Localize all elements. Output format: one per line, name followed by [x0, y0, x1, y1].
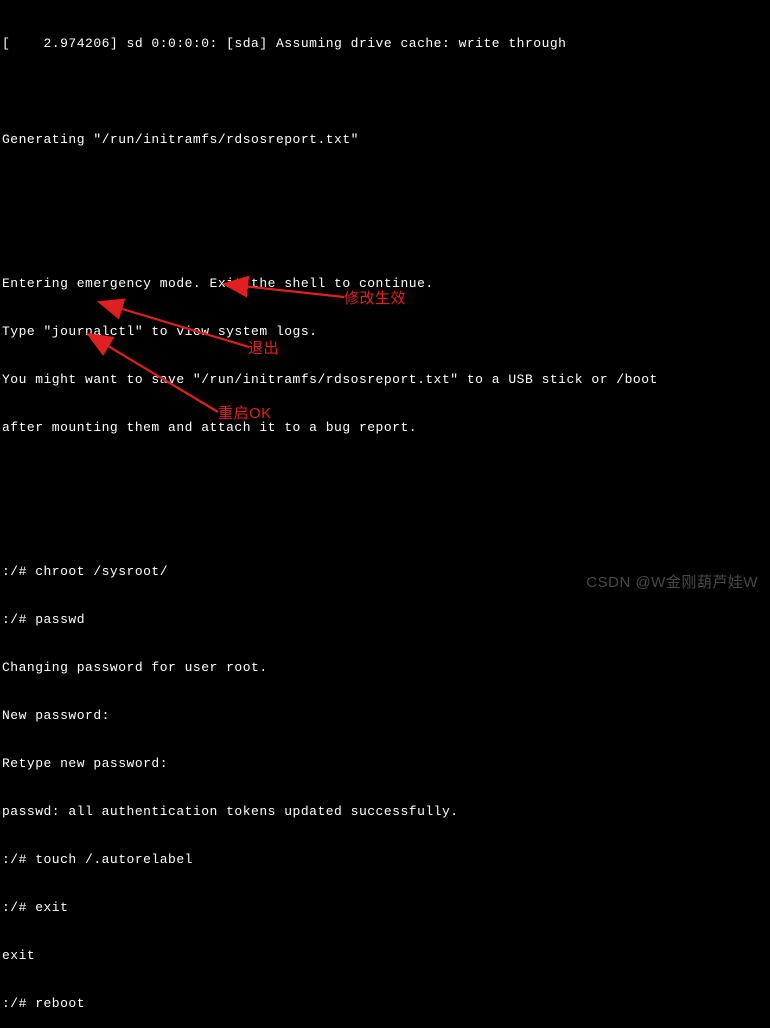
changing-password-line: Changing password for user root.	[2, 660, 768, 676]
touch-autorelabel-line: :/# touch /.autorelabel	[2, 852, 768, 868]
passwd-success-line: passwd: all authentication tokens update…	[2, 804, 768, 820]
passwd-command-line: :/# passwd	[2, 612, 768, 628]
exit-output-line: exit	[2, 948, 768, 964]
new-password-line: New password:	[2, 708, 768, 724]
blank-line	[2, 180, 768, 196]
blank-line	[2, 516, 768, 532]
save-report-line-1: You might want to save "/run/initramfs/r…	[2, 372, 768, 388]
csdn-watermark: CSDN @W金刚葫芦娃W	[586, 571, 758, 592]
annotation-exit: 退出	[248, 337, 279, 358]
annotation-modify-effective: 修改生效	[344, 287, 406, 308]
journalctl-hint-line: Type "journalctl" to view system logs.	[2, 324, 768, 340]
blank-line	[2, 228, 768, 244]
annotation-reboot-ok: 重启OK	[218, 402, 272, 423]
exit-command-line: :/# exit	[2, 900, 768, 916]
kernel-log-line: [ 2.974206] sd 0:0:0:0: [sda] Assuming d…	[2, 36, 768, 52]
save-report-line-2: after mounting them and attach it to a b…	[2, 420, 768, 436]
terminal-output[interactable]: [ 2.974206] sd 0:0:0:0: [sda] Assuming d…	[2, 4, 768, 1028]
reboot-command-line: :/# reboot	[2, 996, 768, 1012]
retype-password-line: Retype new password:	[2, 756, 768, 772]
blank-line	[2, 84, 768, 100]
generating-report-line: Generating "/run/initramfs/rdsosreport.t…	[2, 132, 768, 148]
blank-line	[2, 468, 768, 484]
